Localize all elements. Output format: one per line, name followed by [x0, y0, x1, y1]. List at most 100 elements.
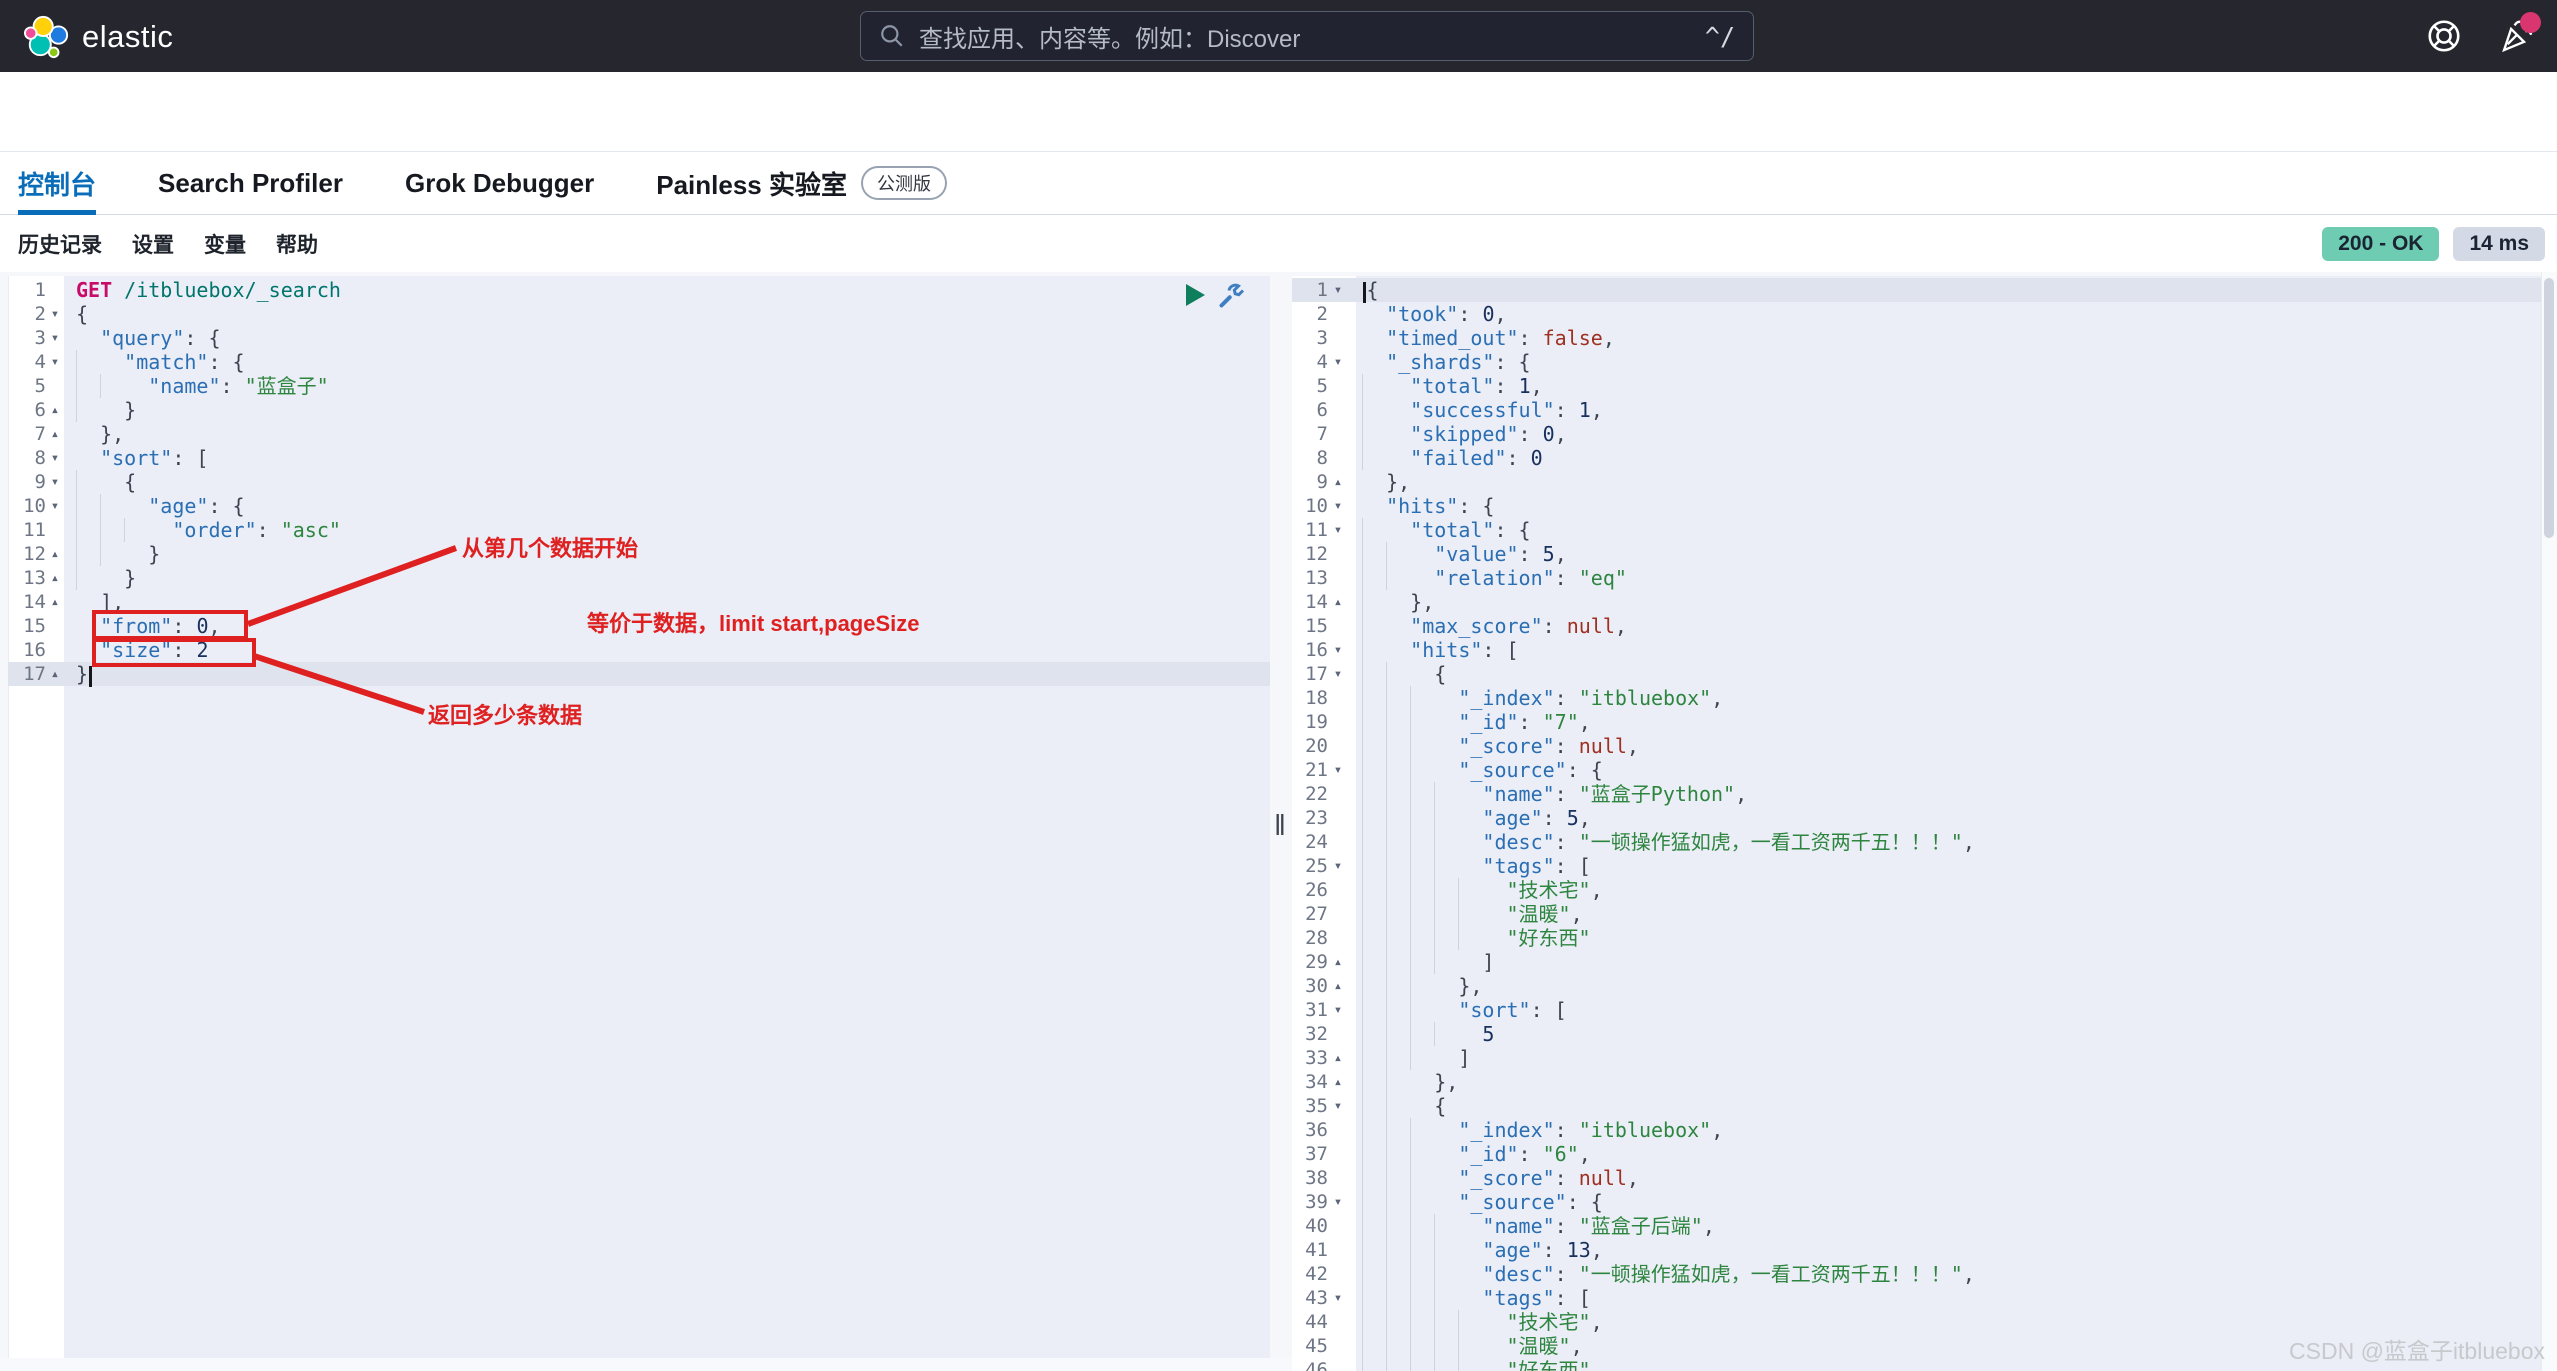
code-line[interactable]: 42 "desc": "一顿操作猛如虎，一看工资两千五！！！", — [1292, 1262, 2541, 1286]
fold-toggle-icon[interactable]: ▴ — [46, 422, 64, 446]
code-line[interactable]: 12▴ } — [8, 542, 1270, 566]
request-options-wrench-icon[interactable] — [1215, 280, 1245, 310]
fold-toggle-icon[interactable]: ▾ — [1328, 854, 1348, 878]
send-request-button[interactable] — [1186, 284, 1205, 306]
code-line[interactable]: 30▴ }, — [1292, 974, 2541, 998]
code-text[interactable]: ] — [1348, 950, 2541, 974]
elastic-home-link[interactable]: elastic — [24, 14, 173, 60]
code-line[interactable]: 3 "timed_out": false, — [1292, 326, 2541, 350]
code-line[interactable]: 41 "age": 13, — [1292, 1238, 2541, 1262]
code-line[interactable]: 8 "failed": 0 — [1292, 446, 2541, 470]
code-text[interactable]: } — [64, 566, 1270, 590]
fold-toggle-icon[interactable]: ▴ — [46, 566, 64, 590]
menu-item-help[interactable]: 帮助 — [276, 229, 318, 259]
fold-toggle-icon[interactable]: ▾ — [46, 302, 64, 326]
newsfeed-icon[interactable] — [2497, 16, 2537, 56]
fold-toggle-icon[interactable]: ▾ — [1328, 638, 1348, 662]
fold-toggle-icon[interactable]: ▴ — [1328, 590, 1348, 614]
code-line[interactable]: 38 "_score": null, — [1292, 1166, 2541, 1190]
code-text[interactable]: "_index": "itbluebox", — [1348, 686, 2541, 710]
code-text[interactable]: "_source": { — [1348, 758, 2541, 782]
tab-grok-debugger[interactable]: Grok Debugger — [405, 152, 594, 214]
code-line[interactable]: 6 "successful": 1, — [1292, 398, 2541, 422]
code-line[interactable]: 2 "took": 0, — [1292, 302, 2541, 326]
code-line[interactable]: 43▾ "tags": [ — [1292, 1286, 2541, 1310]
code-text[interactable]: "tags": [ — [1348, 854, 2541, 878]
code-text[interactable]: "total": 1, — [1348, 374, 2541, 398]
code-line[interactable]: 1▾{ — [1292, 278, 2541, 302]
code-line[interactable]: 16▾ "hits": [ — [1292, 638, 2541, 662]
code-text[interactable]: "max_score": null, — [1348, 614, 2541, 638]
code-line[interactable]: 2▾{ — [8, 302, 1270, 326]
code-line[interactable]: 5 "name": "蓝盒子" — [8, 374, 1270, 398]
code-line[interactable]: 1GET /itbluebox/_search — [8, 278, 1270, 302]
code-line[interactable]: 33▴ ] — [1292, 1046, 2541, 1070]
code-line[interactable]: 15 "from": 0, — [8, 614, 1270, 638]
code-text[interactable]: }, — [64, 422, 1270, 446]
code-text[interactable]: "failed": 0 — [1348, 446, 2541, 470]
code-line[interactable]: 16 "size": 2 — [8, 638, 1270, 662]
code-text[interactable]: "age": 5, — [1348, 806, 2541, 830]
response-viewer[interactable]: 1▾{2 "took": 0,3 "timed_out": false,4▾ "… — [1292, 278, 2541, 1371]
code-line[interactable]: 31▾ "sort": [ — [1292, 998, 2541, 1022]
code-text[interactable]: { — [1348, 1094, 2541, 1118]
fold-toggle-icon[interactable]: ▾ — [1328, 1286, 1348, 1310]
code-text[interactable]: }, — [1348, 470, 2541, 494]
code-text[interactable]: "name": "蓝盒子Python", — [1348, 782, 2541, 806]
code-text[interactable]: { — [1348, 662, 2541, 686]
code-line[interactable]: 13▴ } — [8, 566, 1270, 590]
code-line[interactable]: 11 "order": "asc" — [8, 518, 1270, 542]
code-line[interactable]: 36 "_index": "itbluebox", — [1292, 1118, 2541, 1142]
code-text[interactable]: "order": "asc" — [64, 518, 1270, 542]
code-text[interactable]: "hits": [ — [1348, 638, 2541, 662]
code-line[interactable]: 7▴ }, — [8, 422, 1270, 446]
fold-toggle-icon[interactable]: ▾ — [46, 470, 64, 494]
code-text[interactable]: 5 — [1348, 1022, 2541, 1046]
fold-toggle-icon[interactable]: ▾ — [1328, 494, 1348, 518]
code-line[interactable]: 4▾ "_shards": { — [1292, 350, 2541, 374]
code-text[interactable]: "温暖", — [1348, 902, 2541, 926]
code-text[interactable]: "_id": "6", — [1348, 1142, 2541, 1166]
vertical-scrollbar-thumb[interactable] — [2544, 278, 2554, 538]
fold-toggle-icon[interactable]: ▾ — [46, 446, 64, 470]
fold-toggle-icon[interactable]: ▴ — [46, 542, 64, 566]
fold-toggle-icon[interactable]: ▾ — [1328, 662, 1348, 686]
tab-painless-lab[interactable]: Painless 实验室 公测版 — [656, 152, 947, 214]
code-text[interactable]: "_id": "7", — [1348, 710, 2541, 734]
code-text[interactable]: "好东西" — [1348, 926, 2541, 950]
code-text[interactable]: "技术宅", — [1348, 1310, 2541, 1334]
fold-toggle-icon[interactable]: ▾ — [1328, 998, 1348, 1022]
horizontal-scrollbar-track[interactable] — [0, 1358, 1292, 1371]
code-text[interactable]: "技术宅", — [1348, 878, 2541, 902]
code-line[interactable]: 32 5 — [1292, 1022, 2541, 1046]
tab-console[interactable]: 控制台 — [18, 152, 96, 214]
code-text[interactable]: { — [1348, 278, 2541, 302]
code-line[interactable]: 35▾ { — [1292, 1094, 2541, 1118]
code-line[interactable]: 44 "技术宅", — [1292, 1310, 2541, 1334]
code-text[interactable]: "relation": "eq" — [1348, 566, 2541, 590]
code-text[interactable]: } — [64, 542, 1270, 566]
code-line[interactable]: 9▾ { — [8, 470, 1270, 494]
code-line[interactable]: 5 "total": 1, — [1292, 374, 2541, 398]
code-line[interactable]: 8▾ "sort": [ — [8, 446, 1270, 470]
code-line[interactable]: 11▾ "total": { — [1292, 518, 2541, 542]
code-line[interactable]: 24 "desc": "一顿操作猛如虎，一看工资两千五！！！", — [1292, 830, 2541, 854]
code-text[interactable]: "sort": [ — [1348, 998, 2541, 1022]
code-text[interactable]: "timed_out": false, — [1348, 326, 2541, 350]
request-editor[interactable]: 1GET /itbluebox/_search2▾{3▾ "query": {4… — [8, 278, 1270, 686]
code-text[interactable]: "age": 13, — [1348, 1238, 2541, 1262]
code-text[interactable]: } — [64, 662, 1270, 686]
menu-item-settings[interactable]: 设置 — [132, 229, 174, 259]
code-line[interactable]: 3▾ "query": { — [8, 326, 1270, 350]
code-text[interactable]: "from": 0, — [64, 614, 1270, 638]
fold-toggle-icon[interactable]: ▴ — [46, 662, 64, 686]
fold-toggle-icon[interactable]: ▴ — [1328, 974, 1348, 998]
fold-toggle-icon[interactable]: ▴ — [1328, 470, 1348, 494]
fold-toggle-icon[interactable]: ▾ — [46, 350, 64, 374]
code-text[interactable]: "desc": "一顿操作猛如虎，一看工资两千五！！！", — [1348, 1262, 2541, 1286]
code-text[interactable]: } — [64, 398, 1270, 422]
code-text[interactable]: "sort": [ — [64, 446, 1270, 470]
fold-toggle-icon[interactable]: ▴ — [1328, 950, 1348, 974]
fold-toggle-icon[interactable]: ▾ — [1328, 1094, 1348, 1118]
fold-toggle-icon[interactable]: ▾ — [1328, 518, 1348, 542]
